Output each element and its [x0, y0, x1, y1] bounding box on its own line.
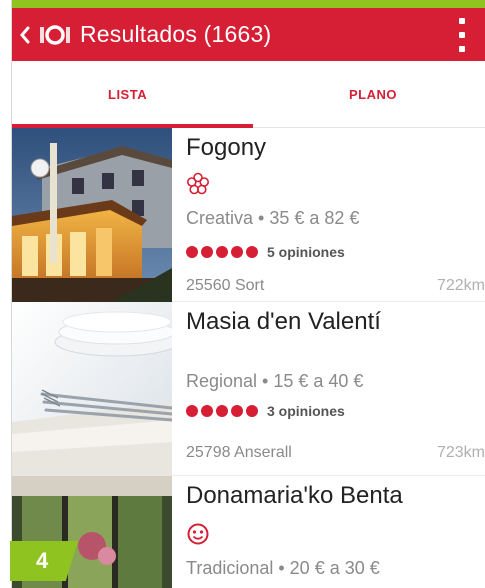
tab-lista[interactable]: LISTA — [12, 61, 253, 128]
chevron-left-icon[interactable] — [14, 8, 36, 61]
cuisine-price: Regional • 15 € a 40 € — [186, 371, 364, 391]
restaurant-name: Fogony — [186, 134, 267, 161]
rating-dots — [186, 246, 258, 258]
restaurant-row[interactable]: Masia d'en Valentí Regional • 15 € a 40 … — [12, 302, 485, 476]
page-title: Resultados (1663) — [80, 21, 272, 47]
michelin-star-icon — [186, 172, 212, 198]
restaurant-name: Donamaria'ko Benta — [186, 482, 403, 509]
restaurant-row[interactable]: Donamaria'ko Benta Tradicional • 20 € a … — [12, 476, 485, 588]
view-tabs: LISTA PLANO — [12, 61, 485, 128]
bib-gourmand-icon — [186, 522, 212, 548]
rating[interactable]: 5 opiniones — [186, 244, 345, 260]
review-count: 5 opiniones — [267, 244, 345, 260]
restaurant-row[interactable]: Fogony Creativa • 35 € a 82 € 5 opinione… — [12, 128, 485, 302]
restaurant-distance: 722km — [436, 277, 485, 294]
rating[interactable]: 3 opiniones — [186, 403, 345, 419]
restaurant-photo — [12, 128, 172, 302]
cuisine-price: Tradicional • 20 € a 30 € — [186, 558, 380, 578]
restaurant-photo — [12, 302, 172, 476]
restaurant-location: 25560 Sort — [186, 277, 265, 294]
results-list: Fogony Creativa • 35 € a 82 € 5 opinione… — [12, 128, 485, 588]
overflow-menu-icon[interactable] — [457, 18, 467, 52]
app-bar: Resultados (1663) — [12, 8, 485, 61]
restaurant-distance: 723km — [436, 444, 485, 461]
tab-plano[interactable]: PLANO — [253, 61, 485, 127]
guide-logo-icon — [38, 8, 72, 61]
rating-dots — [186, 405, 258, 417]
cuisine-price: Creativa • 35 € a 82 € — [186, 208, 360, 228]
page-frame-top — [0, 0, 485, 8]
review-count: 3 opiniones — [267, 403, 345, 419]
restaurant-location: 25798 Anserall — [186, 444, 292, 461]
page-frame-left — [0, 0, 12, 588]
restaurant-name: Masia d'en Valentí — [186, 308, 381, 335]
